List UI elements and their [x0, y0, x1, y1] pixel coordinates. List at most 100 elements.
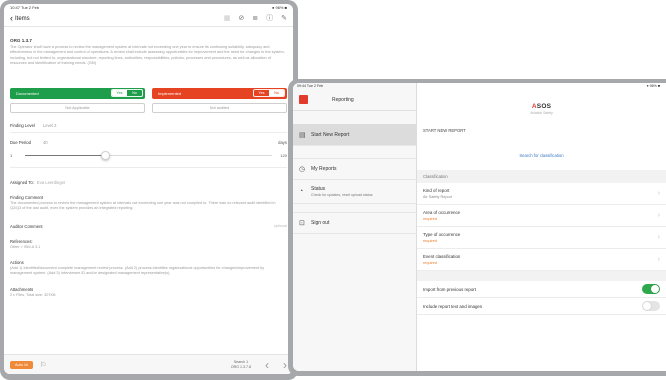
- documented-label: Documented: [16, 90, 39, 96]
- nav-actions: ▦ ⊘ ≣ ⓘ ✎: [224, 15, 287, 22]
- status-bar: 10:47 Tue 2 Feb ● 96% ■: [4, 4, 293, 11]
- attachments-label: Attachments: [10, 286, 34, 292]
- field-kind-of-report[interactable]: Kind of report Air Safety Report ›: [417, 183, 666, 205]
- chevron-right-icon: ›: [657, 234, 660, 241]
- field-title: Kind of report: [423, 188, 450, 193]
- info-icon[interactable]: ⓘ: [266, 15, 273, 22]
- auditor-comment-row[interactable]: Auditor Comment optional: [10, 224, 287, 229]
- bottom-toolbar: Auto 1h ⚐ Search 1 ORG 1.3.7.8 ‹ ›: [4, 354, 293, 374]
- finding-comment-section[interactable]: Finding Comment The documented process t…: [10, 195, 287, 211]
- implemented-label: Implemented: [158, 90, 182, 96]
- next-arrow-icon[interactable]: ›: [283, 359, 287, 371]
- documented-segmented-control: Yes No: [111, 89, 143, 98]
- references-section[interactable]: References: Other > ISM.A 3.1: [10, 239, 287, 250]
- due-period-value[interactable]: 40: [43, 140, 48, 145]
- actions-section[interactable]: Actions (Add 1) Identified/document comp…: [10, 260, 287, 276]
- finding-level-label: Finding Level: [10, 122, 35, 128]
- field-title: Area of occurrence: [423, 210, 461, 215]
- sidebar-item-start-new-report[interactable]: ▤ Start New Report: [293, 124, 416, 146]
- list-icon[interactable]: ≣: [252, 15, 258, 22]
- not-audited-button[interactable]: Not audited: [152, 102, 287, 113]
- classification-header: Classification: [417, 170, 666, 183]
- app-logo-icon: [299, 95, 308, 104]
- reporting-screen: 09:44 Tue 2 Feb Reporting ▤ Start New Re…: [293, 83, 666, 371]
- sidebar-item-label: Status: [311, 186, 326, 192]
- field-area-of-occurrence[interactable]: Area of occurrence required ›: [417, 205, 666, 227]
- field-type-of-occurrence[interactable]: Type of occurrence required ›: [417, 227, 666, 249]
- search-position: Search 1 ORG 1.3.7.8: [231, 360, 251, 369]
- brand-name: ASOS: [417, 103, 666, 110]
- slider-fill: [25, 154, 106, 156]
- sidebar-item-label: Sign out: [311, 220, 330, 226]
- main-panel: ● 96% ■ ASOS Aviation Safety START NEW R…: [417, 83, 666, 371]
- status-time: 10:47 Tue 2 Feb: [10, 5, 40, 10]
- references-text: Other > ISM.A 3.1: [10, 245, 41, 250]
- slider-min: 1: [10, 152, 13, 158]
- compliance-toggles: Documented Yes No Implemented Yes No: [10, 87, 287, 99]
- chevron-right-icon: ›: [657, 256, 660, 263]
- field-title: Type of occurrence: [423, 232, 461, 237]
- field-event-classification[interactable]: Event classification required ›: [417, 249, 666, 271]
- field-text: Event classification required: [423, 254, 460, 265]
- finding-level-row[interactable]: Finding Level Level 2: [10, 121, 287, 133]
- field-required: required: [423, 217, 437, 221]
- actions-text: (Add 1) Identified/document complete man…: [10, 266, 265, 276]
- include-text-images-switch[interactable]: [642, 301, 660, 311]
- include-text-images-row: Include report text and images: [417, 298, 666, 315]
- sidebar-item-my-reports[interactable]: ◷ My Reports: [293, 158, 416, 180]
- field-text: Area of occurrence required: [423, 210, 460, 221]
- auditor-comment-optional: optional: [273, 224, 287, 229]
- left-tablet-frame: 10:47 Tue 2 Feb ● 96% ■ ‹ Items ▦ ⊘ ≣ ⓘ …: [0, 0, 298, 380]
- slider-max: 120: [280, 152, 287, 158]
- brand-subtitle: Aviation Safety: [530, 111, 553, 115]
- chevron-right-icon: ›: [657, 190, 660, 197]
- sidebar-item-sign-out[interactable]: ⊡ Sign out: [293, 212, 416, 234]
- field-required: required: [423, 239, 437, 243]
- field-required: required: [423, 261, 437, 265]
- previous-arrow-icon[interactable]: ‹: [265, 359, 269, 371]
- main-status-battery: ● 96% ■: [646, 84, 660, 88]
- slider-thumb[interactable]: [101, 150, 111, 160]
- item-reference: ORG 1.3.7: [10, 38, 32, 43]
- search-classification-link[interactable]: Search for classification: [417, 153, 666, 158]
- assigned-to-row[interactable]: Assigned To: Eva Leerdinger: [10, 180, 287, 185]
- back-label: Items: [15, 15, 30, 22]
- finding-comment-text: The documented process to review the man…: [10, 200, 276, 210]
- audit-status-buttons: Not Applicable Not audited: [10, 102, 287, 113]
- search-line-2: ORG 1.3.7.8: [230, 364, 251, 369]
- attachments-text: 2 x Files, Total size: 307KB: [10, 292, 56, 297]
- documented-no[interactable]: No: [127, 90, 142, 96]
- back-button[interactable]: ‹ Items: [10, 14, 30, 23]
- attachments-section[interactable]: Attachments 2 x Files, Total size: 307KB: [10, 287, 287, 298]
- auditor-comment-label: Auditor Comment: [10, 224, 43, 230]
- slider-track[interactable]: [25, 150, 272, 160]
- sidebar-header: Reporting: [293, 89, 416, 111]
- references-label: References:: [10, 239, 33, 245]
- switch-label: Include report text and images: [423, 303, 483, 309]
- auto-button[interactable]: Auto 1h: [10, 360, 34, 369]
- start-new-report-heading: START NEW REPORT: [423, 128, 466, 133]
- section-gap: [417, 271, 666, 281]
- not-applicable-button[interactable]: Not Applicable: [10, 102, 145, 113]
- assigned-to-value: Eva Leerdinger: [36, 179, 66, 185]
- nav-bar: ‹ Items ▦ ⊘ ≣ ⓘ ✎: [4, 11, 293, 27]
- grid-icon[interactable]: ▦: [224, 15, 231, 22]
- implemented-yes[interactable]: Yes: [254, 90, 269, 96]
- search-line-1: Search 1: [233, 359, 249, 364]
- chevron-right-icon: ›: [657, 212, 660, 219]
- right-tablet-frame: 09:44 Tue 2 Feb Reporting ▤ Start New Re…: [288, 79, 666, 376]
- clock-icon: ◷: [299, 166, 306, 173]
- import-previous-report-switch[interactable]: [642, 284, 660, 294]
- edit-icon[interactable]: ✎: [281, 15, 287, 22]
- sidebar-item-status[interactable]: ◔ Status Check for updates, reset upload…: [293, 180, 416, 204]
- status-text-group: Status Check for updates, reset upload s…: [311, 186, 373, 197]
- attachment-icon[interactable]: ⊘: [238, 15, 244, 22]
- flag-icon[interactable]: ⚐: [40, 361, 46, 369]
- due-period-slider: 1 120: [10, 148, 287, 168]
- field-text: Kind of report Air Safety Report: [423, 188, 452, 199]
- implemented-segmented-control: Yes No: [253, 89, 285, 98]
- implemented-no[interactable]: No: [269, 90, 284, 97]
- documented-yes[interactable]: Yes: [112, 90, 127, 97]
- assigned-to-label: Assigned To:: [10, 179, 34, 185]
- field-value: Air Safety Report: [423, 195, 452, 199]
